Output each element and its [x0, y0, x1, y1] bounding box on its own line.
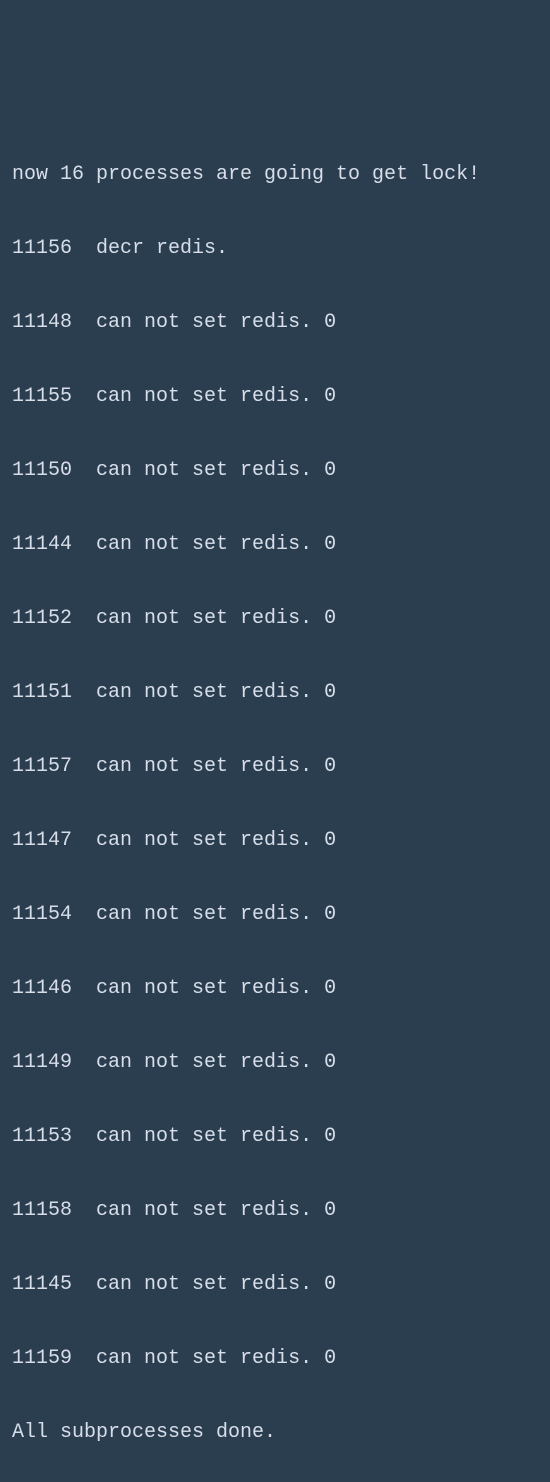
log-message: can not set redis. 0 — [96, 1347, 336, 1370]
pid: 11145 — [12, 1273, 72, 1296]
log-message: can not set redis. 0 — [96, 1199, 336, 1222]
log-message: can not set redis. 0 — [96, 1273, 336, 1296]
pid: 11153 — [12, 1125, 72, 1148]
terminal-log-line: 11158 can not set redis. 0 — [12, 1192, 538, 1229]
terminal-log-line: 11159 can not set redis. 0 — [12, 1340, 538, 1377]
terminal-log-line: 11155 can not set redis. 0 — [12, 378, 538, 415]
log-message: can not set redis. 0 — [96, 903, 336, 926]
log-message: can not set redis. 0 — [96, 755, 336, 778]
pid: 11144 — [12, 533, 72, 556]
terminal-log-line: 11152 can not set redis. 0 — [12, 600, 538, 637]
log-message: can not set redis. 0 — [96, 533, 336, 556]
log-message: can not set redis. 0 — [96, 977, 336, 1000]
pid: 11149 — [12, 1051, 72, 1074]
terminal-log-line: 11156 decr redis. — [12, 230, 538, 267]
log-message: can not set redis. 0 — [96, 607, 336, 630]
pid: 11156 — [12, 237, 72, 260]
terminal-header: now 16 processes are going to get lock! — [12, 156, 538, 193]
terminal-log-line: 11149 can not set redis. 0 — [12, 1044, 538, 1081]
terminal-log-line: 11144 can not set redis. 0 — [12, 526, 538, 563]
log-message: can not set redis. 0 — [96, 1051, 336, 1074]
terminal-log-line: 11145 can not set redis. 0 — [12, 1266, 538, 1303]
log-message: can not set redis. 0 — [96, 681, 336, 704]
pid: 11155 — [12, 385, 72, 408]
terminal-log-line: 11157 can not set redis. 0 — [12, 748, 538, 785]
log-message: can not set redis. 0 — [96, 1125, 336, 1148]
pid: 11146 — [12, 977, 72, 1000]
log-message: can not set redis. 0 — [96, 385, 336, 408]
pid: 11147 — [12, 829, 72, 852]
pid: 11152 — [12, 607, 72, 630]
terminal-log-line: 11150 can not set redis. 0 — [12, 452, 538, 489]
terminal-footer: All subprocesses done. — [12, 1414, 538, 1451]
pid: 11150 — [12, 459, 72, 482]
pid: 11154 — [12, 903, 72, 926]
pid: 11158 — [12, 1199, 72, 1222]
pid: 11148 — [12, 311, 72, 334]
terminal-log-line: 11154 can not set redis. 0 — [12, 896, 538, 933]
terminal-log-line: 11153 can not set redis. 0 — [12, 1118, 538, 1155]
terminal-log-line: 11151 can not set redis. 0 — [12, 674, 538, 711]
pid: 11151 — [12, 681, 72, 704]
log-message: decr redis. — [96, 237, 228, 260]
log-message: can not set redis. 0 — [96, 311, 336, 334]
log-message: can not set redis. 0 — [96, 829, 336, 852]
terminal-log-line: 11146 can not set redis. 0 — [12, 970, 538, 1007]
pid: 11159 — [12, 1347, 72, 1370]
pid: 11157 — [12, 755, 72, 778]
log-message: can not set redis. 0 — [96, 459, 336, 482]
terminal-log-line: 11147 can not set redis. 0 — [12, 822, 538, 859]
terminal-log-line: 11148 can not set redis. 0 — [12, 304, 538, 341]
